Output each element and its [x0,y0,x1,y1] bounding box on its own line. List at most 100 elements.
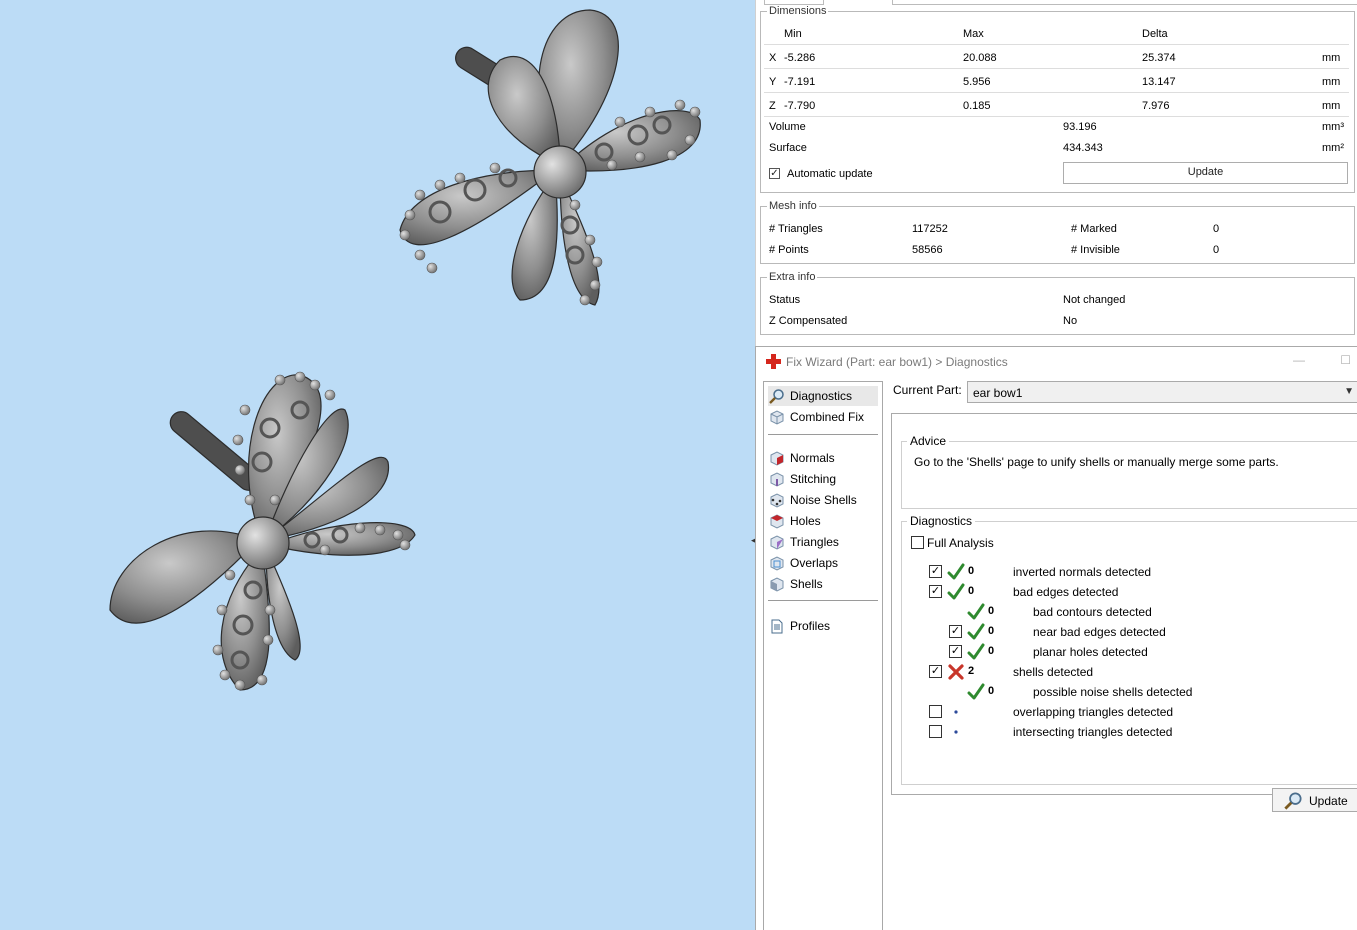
z-max-value: 0.185 [963,100,991,112]
nav-item-holes[interactable]: Holes [768,511,878,531]
diagnostic-row: ✓ 0 bad edges detected [902,582,1342,602]
diagnostic-count: 0 [968,585,975,597]
diagnostic-checkbox[interactable]: ✓ [929,585,942,598]
wizard-nav: Diagnostics Combined Fix Normals Stitchi… [763,381,883,930]
nav-item-noise-shells[interactable]: Noise Shells [768,490,878,510]
nav-item-overlaps[interactable]: Overlaps [768,553,878,573]
diagnostics-group: Diagnostics Full Analysis ✓ 0 inverted nor… [901,514,1357,785]
earring-model-bottom [109,371,416,691]
nav-item-combined-fix[interactable]: Combined Fix [768,407,878,427]
checkmark-icon [967,643,985,661]
z-min-value: -7.790 [784,100,816,112]
normals-cube-icon [770,450,784,466]
diagnostic-label: bad contours detected [1033,605,1152,619]
earring-models [109,9,701,691]
axis-label-y: Y [769,76,777,88]
diagnostic-count: 0 [968,565,975,577]
diagnostic-row: 0 bad contours detected [902,602,1342,622]
full-analysis-checkbox[interactable] [911,536,924,549]
red-x-icon [947,663,965,681]
diagnostic-row: ✓ 2 shells detected [902,662,1342,682]
mesh-info-group: Mesh info [760,200,1355,264]
diagnostic-checkbox[interactable]: ✓ [949,625,962,638]
nav-item-diagnostics[interactable]: Diagnostics [768,386,878,406]
diagnostic-row: intersecting triangles detected [902,722,1342,742]
diagnostic-count: 2 [968,665,975,677]
nav-item-normals[interactable]: Normals [768,448,878,468]
checkmark-icon [967,683,985,701]
properties-panel: Dimensions Min Max Delta X -5.286 20.088… [755,0,1357,346]
full-analysis-label: Full Analysis [927,536,994,550]
cube-icon [770,409,784,425]
diagnostic-label: possible noise shells detected [1033,685,1193,699]
nav-separator [768,600,878,601]
checkmark-icon [967,623,985,641]
divider [764,68,1349,69]
header-max: Max [963,28,984,40]
surface-unit: mm² [1322,142,1344,154]
diagnostic-checkbox[interactable] [929,705,942,718]
z-compensated-label: Z Compensated [769,315,848,327]
current-part-select[interactable]: ear bow1 ▼ [967,381,1357,403]
holes-cube-icon [770,513,784,529]
document-icon [771,619,783,633]
y-delta-value: 13.147 [1142,76,1176,88]
triangles-value: 117252 [912,223,948,235]
update-label: Update [1309,794,1348,808]
current-part-value: ear bow1 [973,386,1023,400]
diagnostic-label: overlapping triangles detected [1013,705,1174,719]
x-unit: mm [1322,52,1341,64]
nav-label: Combined Fix [790,410,865,424]
full-analysis-row[interactable]: Full Analysis [910,533,1110,553]
chevron-down-icon: ▼ [1344,386,1354,397]
magnifier-icon [1284,792,1302,810]
divider [764,44,1349,45]
header-min: Min [784,28,802,40]
diagnostic-checkbox[interactable] [929,725,942,738]
diagnostic-label: planar holes detected [1033,645,1148,659]
nav-item-stitching[interactable]: Stitching [768,469,878,489]
diagnostic-checkbox[interactable]: ✓ [929,665,942,678]
red-cross-icon [766,354,781,369]
3d-viewport[interactable] [0,0,755,930]
points-value: 58566 [912,244,943,256]
maximize-button[interactable]: ☐ [1340,353,1351,367]
marked-value: 0 [1213,223,1220,235]
diagnostic-count: 0 [988,645,995,657]
overlaps-cube-icon [770,555,784,571]
nav-item-triangles[interactable]: Triangles [768,532,878,552]
advice-group: Advice Go to the 'Shells' page to unify … [901,434,1357,509]
volume-label: Volume [769,121,806,133]
nav-label: Holes [790,514,821,528]
extra-info-legend: Extra info [769,271,816,283]
nav-label: Triangles [790,535,839,549]
nav-label: Noise Shells [790,493,857,507]
surface-value: 434.343 [1063,142,1103,154]
diagnostics-update-button[interactable]: Update [1272,788,1357,812]
nav-label: Stitching [790,472,837,486]
diagnostic-checkbox[interactable]: ✓ [949,645,962,658]
nav-label: Overlaps [790,556,839,570]
diagnostic-checkbox[interactable]: ✓ [929,565,942,578]
diagnostic-row: ✓ 0 near bad edges detected [902,622,1342,642]
update-button[interactable]: Update [1063,162,1348,184]
nav-item-shells[interactable]: Shells [768,574,878,594]
dimensions-legend: Dimensions [769,5,827,17]
checkmark-icon [947,563,965,581]
surface-label: Surface [769,142,807,154]
diagnostic-row: ✓ 0 inverted normals detected [902,562,1342,582]
diagnostic-label: bad edges detected [1013,585,1119,599]
wizard-title-bar[interactable]: Fix Wizard (Part: ear bow1) > Diagnostic… [756,347,1357,377]
nav-item-profiles[interactable]: Profiles [768,616,878,636]
noise-shells-icon [770,492,784,508]
triangles-label: # Triangles [769,223,823,235]
triangles-cube-icon [770,534,784,550]
y-min-value: -7.191 [784,76,816,88]
y-unit: mm [1322,76,1341,88]
automatic-update-label: Automatic update [787,168,873,180]
minimize-button[interactable]: — [1293,353,1305,367]
status-value: Not changed [1063,294,1126,306]
diagnostics-page: Advice Go to the 'Shells' page to unify … [891,413,1357,812]
automatic-update-checkbox[interactable]: ✓ [769,168,780,179]
x-max-value: 20.088 [963,52,997,64]
